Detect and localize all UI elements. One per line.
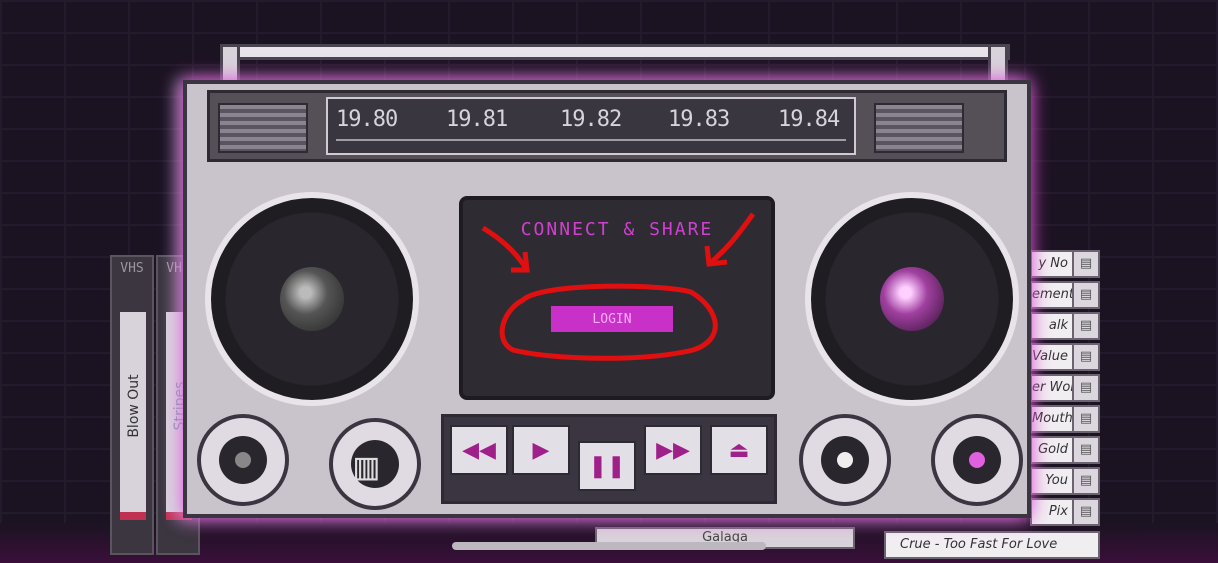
grille-left [218,103,308,153]
cassette-tape[interactable]: You ▤ [1030,467,1100,495]
cassette-tape[interactable]: Mouth ▤ [1030,405,1100,433]
cassette-tape[interactable]: Gold ▤ [1030,436,1100,464]
frequency-label: 19.81 [446,107,508,132]
cassette-end-icon: ▤ [1072,469,1098,493]
boombox-handle [220,44,1010,60]
frequency-label: 19.80 [336,107,398,132]
cassette-end-icon: ▤ [1072,314,1098,338]
speaker-cone [880,267,944,331]
cassette-title: alk [1048,318,1068,333]
cassette-screen: CONNECT & SHARE LOGIN [459,196,775,400]
dial-line [336,139,846,141]
frequency-label: 19.82 [560,107,622,132]
cassette-end-icon: ▤ [1072,345,1098,369]
vhs-title: Blow Out [126,374,142,438]
radio-bar: 19.80 19.81 19.82 19.83 19.84 [207,90,1007,162]
cassette-tape[interactable]: y No ▤ [1030,250,1100,278]
cassette-title: Pix [1048,504,1068,519]
speaker-left [205,192,419,406]
cassette-tape[interactable]: alk ▤ [1030,312,1100,340]
cassette-title: Mouth [1032,411,1073,426]
tape-controls: ◀◀ ▶ ❚❚ ▶▶ ⏏ [441,414,777,504]
play-button[interactable]: ▶ [512,425,570,475]
eject-button[interactable]: ⏏ [710,425,768,475]
cassette-tape[interactable]: ement ▤ [1030,281,1100,309]
knob-center [969,452,985,468]
suitcase-button[interactable]: ▥ [329,418,421,510]
cassette-title: Value [1032,349,1068,364]
grille-right [874,103,964,153]
vhs-label: Blow Out [120,312,146,520]
cassette-end-icon: ▤ [1072,376,1098,400]
volume-knob[interactable] [197,414,289,506]
cassette-tape-bottom[interactable]: Crue - Too Fast For Love [884,531,1100,559]
home-indicator[interactable] [452,542,766,550]
vhs-tape[interactable]: VHS Blow Out [110,255,154,555]
settings-knob[interactable] [799,414,891,506]
gear-icon [837,452,853,468]
suitcase-icon: ▥ [355,444,378,488]
cassette-tape[interactable]: Pix ▤ [1030,498,1100,526]
cassette-tape[interactable]: er World ▤ [1030,374,1100,402]
fast-forward-button[interactable]: ▶▶ [644,425,702,475]
red-annotation [481,212,756,361]
cassette-tape[interactable]: Value ▤ [1030,343,1100,371]
cassette-title: ement [1032,287,1074,302]
frequency-label: 19.83 [668,107,730,132]
arrow-left-icon [481,225,530,272]
speaker-right [805,192,1019,406]
cassette-title: Gold [1038,442,1068,457]
cassette-end-icon: ▤ [1072,500,1098,524]
arrow-right-icon [707,212,756,266]
cassette-end-icon: ▤ [1072,438,1098,462]
cassette-end-icon: ▤ [1072,252,1098,276]
radio-dial[interactable]: 19.80 19.81 19.82 19.83 19.84 [326,97,856,155]
frequency-label: 19.84 [778,107,840,132]
cassette-end-icon: ▤ [1072,283,1098,307]
vhs-brand: VHS [120,261,144,276]
login-circle [499,283,718,361]
speaker-cone [280,267,344,331]
tuning-knob[interactable] [931,414,1023,506]
cassette-end-icon: ▤ [1072,407,1098,431]
knob-center [235,452,251,468]
rewind-button[interactable]: ◀◀ [450,425,508,475]
cassette-title: y No [1038,256,1068,271]
pause-button[interactable]: ❚❚ [578,441,636,491]
boombox: 19.80 19.81 19.82 19.83 19.84 ▥ CONNECT … [183,80,1031,518]
cassette-title: You [1045,473,1068,488]
